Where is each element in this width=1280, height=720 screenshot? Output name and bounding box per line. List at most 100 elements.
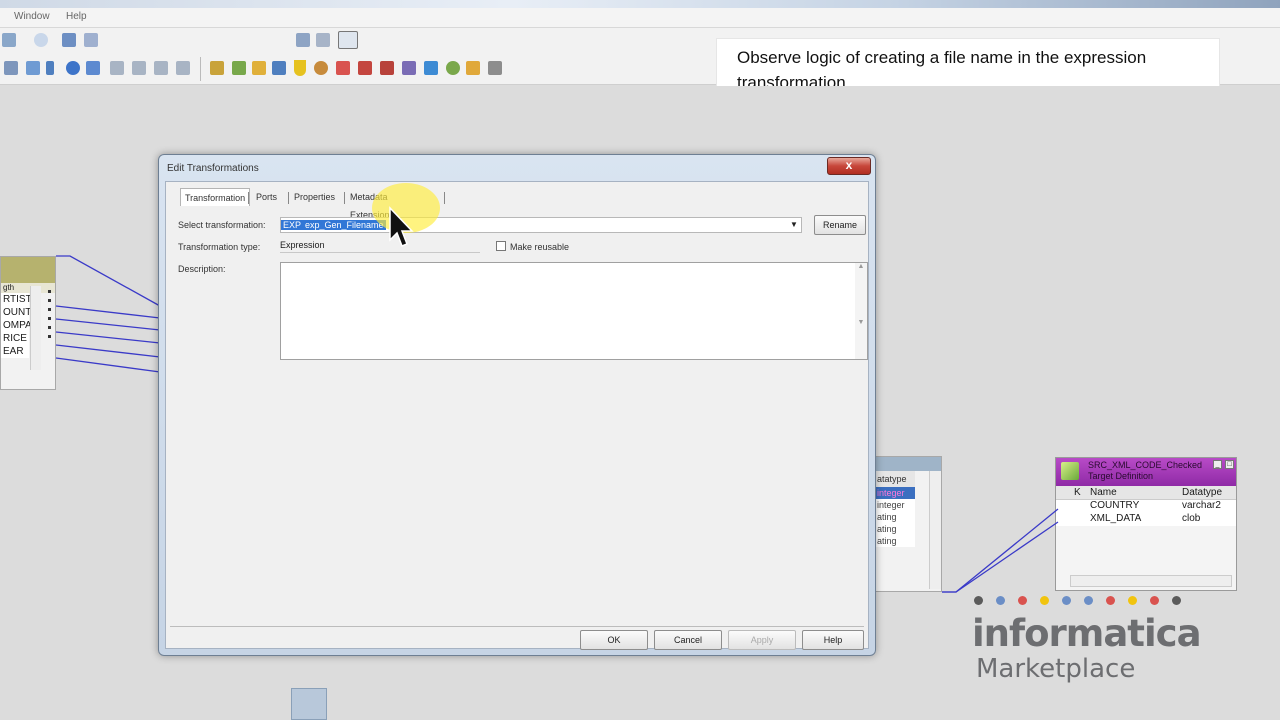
- port-row[interactable]: ating: [875, 523, 915, 535]
- transformation-type-value: Expression: [280, 239, 480, 253]
- edit-transformations-dialog: Edit Transformations x Transformation Po…: [158, 154, 876, 656]
- port-row[interactable]: ating: [875, 535, 915, 547]
- close-button[interactable]: x: [827, 157, 871, 175]
- expression-icon[interactable]: [252, 61, 266, 75]
- mouse-pointer-icon: [389, 206, 414, 247]
- filter-icon[interactable]: [46, 61, 54, 75]
- output-ports: [43, 286, 55, 370]
- minimize-icon[interactable]: _: [1213, 460, 1222, 469]
- arrange-icon[interactable]: [316, 33, 330, 47]
- ok-button[interactable]: OK: [580, 630, 648, 650]
- vertical-scrollbar[interactable]: ▲ ▼: [855, 263, 867, 359]
- name-column-header: Name: [1090, 487, 1117, 498]
- make-reusable-checkbox[interactable]: [496, 241, 506, 251]
- rank-icon[interactable]: [154, 61, 168, 75]
- chevron-down-icon: ▼: [790, 220, 798, 229]
- logo-dot: [1018, 596, 1027, 605]
- http-icon[interactable]: [488, 61, 502, 75]
- tab-separator: [248, 192, 249, 204]
- target-icon[interactable]: [26, 61, 40, 75]
- tab-ports[interactable]: Ports: [256, 188, 277, 206]
- sequence-icon[interactable]: [110, 61, 124, 75]
- port-row[interactable]: EAR: [1, 345, 29, 358]
- source-qualifier-object[interactable]: gth RTIST OUNTI OMPAI RICE EAR: [0, 256, 56, 390]
- menu-help[interactable]: Help: [66, 11, 87, 22]
- port-row[interactable]: ating: [875, 511, 915, 523]
- refresh-icon[interactable]: [34, 33, 48, 47]
- vertical-scrollbar[interactable]: [30, 286, 41, 370]
- datatype-column-header: atatype: [875, 471, 915, 487]
- target-definition-object[interactable]: SRC_XML_CODE_Checked Target Definition _…: [1055, 457, 1237, 591]
- router-icon[interactable]: [176, 61, 190, 75]
- port-row[interactable]: OUNTI: [1, 306, 34, 319]
- custom-icon[interactable]: [466, 61, 480, 75]
- select-transformation-dropdown[interactable]: EXP exp_Gen_Filename ▼: [280, 217, 802, 233]
- target-title: SRC_XML_CODE_Checked Target Definition: [1088, 460, 1202, 482]
- help-button[interactable]: Help: [802, 630, 864, 650]
- vertical-scrollbar[interactable]: [929, 471, 941, 589]
- marketplace-logo-text: Marketplace: [976, 654, 1136, 684]
- expression-object[interactable]: atatype integer integer ating ating atin…: [874, 456, 942, 592]
- xml-generator-icon[interactable]: [402, 61, 416, 75]
- mapplet-icon[interactable]: [210, 61, 224, 75]
- port-row[interactable]: integer: [875, 487, 915, 499]
- table-row[interactable]: XML_DATA clob: [1056, 513, 1236, 526]
- joiner-icon[interactable]: [272, 61, 286, 75]
- layout-icon[interactable]: [296, 33, 310, 47]
- lookup-icon[interactable]: [232, 61, 246, 75]
- menu-bar: Window Help: [0, 8, 1280, 28]
- xml-parser-icon[interactable]: [380, 61, 394, 75]
- apply-button[interactable]: Apply: [728, 630, 796, 650]
- find-next-icon[interactable]: [84, 33, 98, 47]
- port-row[interactable]: OMPAI: [1, 319, 34, 332]
- tab-properties[interactable]: Properties: [294, 188, 335, 206]
- horizontal-scrollbar[interactable]: [1070, 575, 1232, 587]
- zoom-icon[interactable]: [2, 33, 16, 47]
- window-title-strip: [0, 0, 1280, 8]
- description-textarea[interactable]: ▲ ▼: [280, 262, 868, 360]
- logo-dot: [1040, 596, 1049, 605]
- object-header: [1, 257, 55, 283]
- port-name: COUNTRY: [1090, 500, 1140, 511]
- normalizer-icon[interactable]: [132, 61, 146, 75]
- data-masking-icon[interactable]: [446, 61, 460, 75]
- source-icon[interactable]: [4, 61, 18, 75]
- transaction-control-icon[interactable]: [358, 61, 372, 75]
- find-icon[interactable]: [62, 33, 76, 47]
- table-row[interactable]: COUNTRY varchar2: [1056, 500, 1236, 513]
- tab-separator: [444, 192, 445, 204]
- menu-window[interactable]: Window: [14, 11, 50, 22]
- rename-button[interactable]: Rename: [814, 215, 866, 235]
- update-strategy-icon[interactable]: [314, 61, 328, 75]
- dialog-divider: [170, 626, 864, 627]
- tab-separator: [288, 192, 289, 204]
- sql-icon[interactable]: [86, 61, 100, 75]
- taskbar-icon[interactable]: [291, 688, 327, 720]
- port-row[interactable]: RTIST: [1, 293, 32, 306]
- tab-separator: [344, 192, 345, 204]
- port-datatype: clob: [1182, 513, 1201, 524]
- close-icon: x: [845, 158, 853, 172]
- java-icon[interactable]: [424, 61, 438, 75]
- union-icon[interactable]: [294, 60, 306, 76]
- logo-dot: [1128, 596, 1137, 605]
- logo-dot: [1062, 596, 1071, 605]
- logo-dot: [996, 596, 1005, 605]
- make-reusable-label: Make reusable: [510, 242, 570, 252]
- select-transformation-label: Select transformation:: [178, 220, 266, 230]
- stored-procedure-icon[interactable]: [336, 61, 350, 75]
- dialog-body: Transformation Ports Properties Metadata…: [165, 181, 869, 650]
- target-title-line2: Target Definition: [1088, 471, 1154, 481]
- object-header: SRC_XML_CODE_Checked Target Definition _…: [1056, 458, 1236, 486]
- zoom-fit-icon[interactable]: [338, 31, 358, 49]
- maximize-icon[interactable]: □: [1225, 460, 1234, 469]
- port-datatype: varchar2: [1182, 500, 1221, 511]
- port-row[interactable]: RICE: [1, 332, 29, 345]
- dialog-title: Edit Transformations: [167, 163, 259, 174]
- tab-transformation[interactable]: Transformation: [180, 188, 251, 206]
- port-row[interactable]: integer: [875, 499, 915, 511]
- target-column-header: K Name Datatype: [1056, 486, 1236, 500]
- transformation-type-label: Transformation type:: [178, 242, 261, 252]
- aggregator-icon[interactable]: [66, 61, 80, 75]
- cancel-button[interactable]: Cancel: [654, 630, 722, 650]
